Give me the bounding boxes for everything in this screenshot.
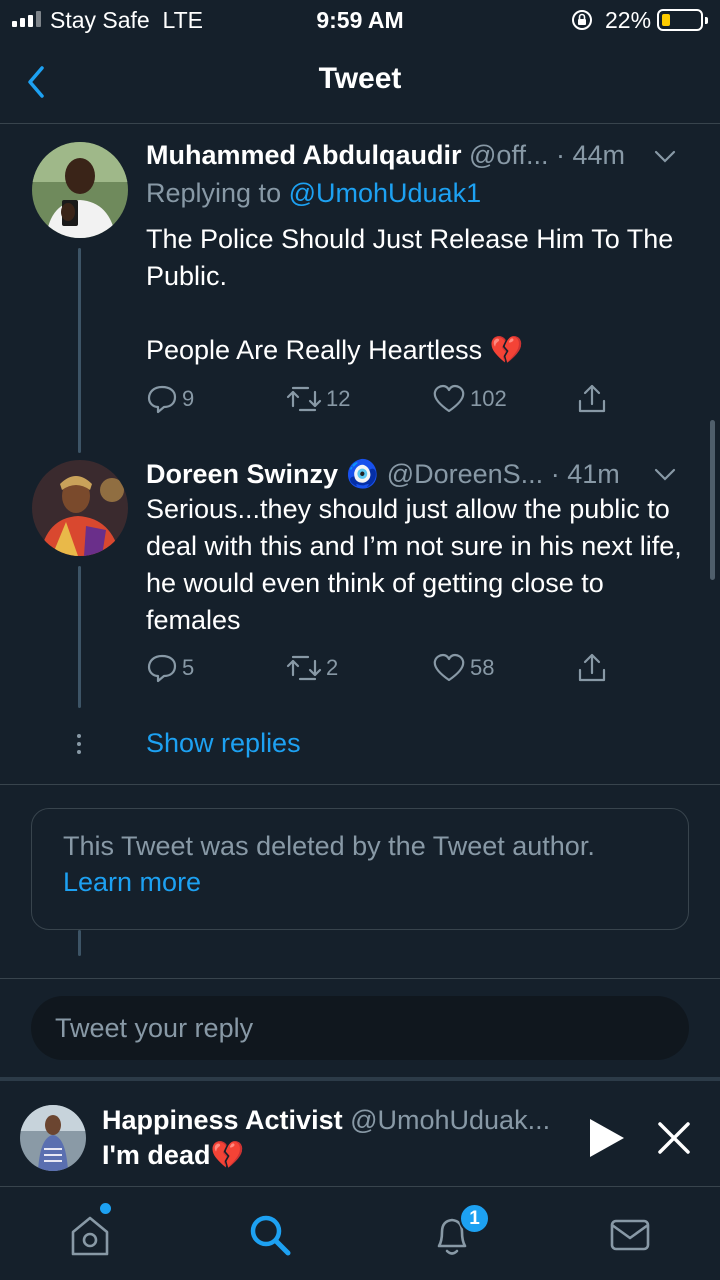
divider xyxy=(0,978,720,979)
battery-icon xyxy=(657,9,708,31)
share-icon xyxy=(578,653,606,682)
retweet-count: 2 xyxy=(326,655,339,680)
tweet-actions: 9 12 102 xyxy=(146,383,626,419)
tweet-reply-input[interactable] xyxy=(31,996,689,1060)
like-button[interactable]: 102 xyxy=(432,383,507,415)
thread-line xyxy=(78,248,81,453)
like-icon xyxy=(433,653,465,682)
messages-icon[interactable] xyxy=(605,1210,655,1260)
tweet-time: · 41m xyxy=(550,459,620,489)
tweet-header: Doreen Swinzy 🧿 @DoreenS... · 41m xyxy=(146,458,706,494)
tweet[interactable]: Muhammed Abdulqaudir @off... · 44m Reply… xyxy=(0,140,720,453)
retweet-icon xyxy=(286,386,322,412)
deleted-tweet-text: This Tweet was deleted by the Tweet auth… xyxy=(63,831,595,861)
author-name[interactable]: Muhammed Abdulqaudir xyxy=(146,140,462,170)
chevron-down-icon[interactable] xyxy=(654,468,676,482)
avatar[interactable] xyxy=(32,142,128,238)
share-button[interactable] xyxy=(576,652,608,684)
author-handle: @UmohUduak... xyxy=(350,1105,551,1135)
author-handle[interactable]: @DoreenS... xyxy=(387,459,543,489)
reply-count: 9 xyxy=(182,386,195,411)
tweet-header: Muhammed Abdulqaudir @off... · 44m xyxy=(146,140,706,176)
deleted-tweet-notice: This Tweet was deleted by the Tweet auth… xyxy=(31,808,689,930)
show-replies-link[interactable]: Show replies xyxy=(146,728,301,759)
tweet-text: The Police Should Just Release Him To Th… xyxy=(146,224,674,365)
chevron-down-icon[interactable] xyxy=(654,150,676,164)
tweet-time: · 44m xyxy=(555,140,626,170)
scrollbar[interactable] xyxy=(710,420,715,580)
author-name[interactable]: Doreen Swinzy xyxy=(146,459,338,489)
play-icon[interactable] xyxy=(586,1117,626,1159)
like-button[interactable]: 58 xyxy=(432,652,494,684)
status-bar: Stay Safe LTE 9:59 AM 22% xyxy=(0,0,720,40)
orientation-lock-icon xyxy=(572,10,592,30)
reply-button[interactable]: 5 xyxy=(146,652,194,684)
like-icon xyxy=(433,384,465,413)
home-icon[interactable] xyxy=(65,1210,115,1260)
share-icon xyxy=(578,384,606,413)
notifications-badge: 1 xyxy=(459,1203,490,1234)
share-button[interactable] xyxy=(576,383,608,415)
thread-line xyxy=(78,566,81,708)
avatar[interactable] xyxy=(20,1105,86,1171)
reply-count: 5 xyxy=(182,655,195,680)
author-name: Happiness Activist xyxy=(102,1105,343,1135)
replying-to: Replying to @UmohUduak1 xyxy=(146,178,482,208)
reply-button[interactable]: 9 xyxy=(146,383,194,415)
mini-player[interactable]: Happiness Activist @UmohUduak... I'm dea… xyxy=(0,1077,720,1187)
like-count: 58 xyxy=(470,655,495,680)
mention-link[interactable]: @UmohUduak1 xyxy=(289,178,482,208)
thread-line xyxy=(78,930,81,956)
home-unread-dot xyxy=(100,1203,111,1214)
reply-icon xyxy=(147,385,177,414)
retweet-icon xyxy=(286,655,322,681)
nazar-emoji: 🧿 xyxy=(345,459,380,489)
mini-player-author: Happiness Activist @UmohUduak... xyxy=(102,1105,550,1136)
avatar[interactable] xyxy=(32,460,128,556)
search-icon[interactable] xyxy=(245,1210,295,1260)
retweet-button[interactable]: 2 xyxy=(286,652,338,684)
reply-icon xyxy=(147,654,177,683)
tweet-actions: 5 2 58 xyxy=(146,652,626,688)
close-icon[interactable] xyxy=(655,1119,693,1157)
more-dots-icon xyxy=(77,734,82,756)
header: Tweet xyxy=(0,40,720,124)
like-count: 102 xyxy=(470,386,507,411)
learn-more-link[interactable]: Learn more xyxy=(63,867,201,898)
tab-bar xyxy=(0,1188,720,1280)
author-handle[interactable]: @off... xyxy=(469,140,548,170)
divider xyxy=(0,784,720,785)
retweet-count: 12 xyxy=(326,386,351,411)
mini-player-text: I'm dead💔 xyxy=(102,1140,245,1170)
retweet-button[interactable]: 12 xyxy=(286,383,350,415)
page-title: Tweet xyxy=(318,62,402,95)
battery-percent: 22% xyxy=(605,7,652,33)
tweet[interactable]: Doreen Swinzy 🧿 @DoreenS... · 41m Seriou… xyxy=(0,458,720,708)
tweet-text: Serious...they should just allow the pub… xyxy=(146,494,682,635)
